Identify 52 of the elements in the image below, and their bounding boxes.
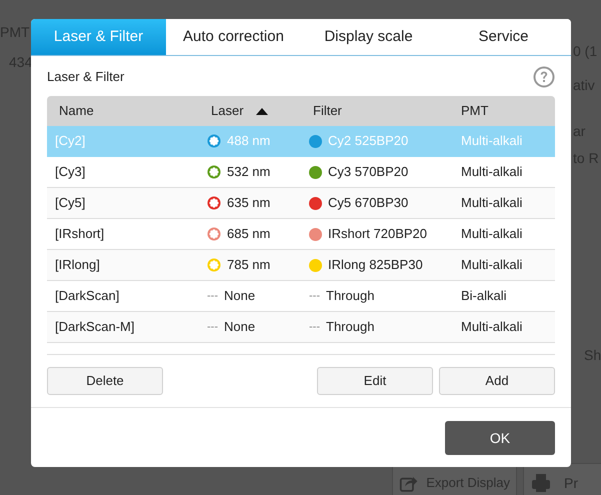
filter-text: Cy2 525BP20 <box>328 132 408 150</box>
filter-text: IRlong 825BP30 <box>328 256 423 274</box>
section-title: Laser & Filter <box>47 68 124 86</box>
filter-text: Cy3 570BP20 <box>328 163 408 182</box>
pmt-cell-text: Multi-alkali <box>460 318 524 336</box>
dash-text: --- <box>207 288 218 304</box>
cell-text: None <box>224 287 256 306</box>
delete-button[interactable]: Delete <box>47 367 163 395</box>
add-button[interactable]: Add <box>439 367 555 395</box>
name-cell-text: [Cy5] <box>55 194 86 212</box>
laser-text: 685 nm <box>227 225 270 244</box>
table-row[interactable]: [DarkScan-M] --- None --- Through Multi-alkali <box>47 312 555 343</box>
cell-text: Through <box>326 287 374 306</box>
name-cell-text: [IRlong] <box>55 256 101 274</box>
pmt-cell-text: Multi-alkali <box>460 256 524 274</box>
help-icon[interactable] <box>533 66 555 88</box>
laser-icon <box>207 134 221 148</box>
filter-text: IRshort 720BP20 <box>328 225 428 244</box>
column-header[interactable]: Name <box>59 101 94 121</box>
name-cell-text: [Cy2] <box>55 132 86 150</box>
cell-text: Through <box>326 318 374 336</box>
dash-text: --- <box>309 288 320 304</box>
column-header[interactable]: Filter <box>313 101 342 121</box>
pmt-cell-text: Bi-alkali <box>460 287 508 306</box>
name-cell-text: [IRshort] <box>55 225 106 244</box>
dash-text: --- <box>207 320 218 335</box>
cell-text: None <box>224 318 256 336</box>
laser-text: 488 nm <box>227 132 270 150</box>
name-cell-text: [DarkScan] <box>55 287 120 306</box>
laser-text: 532 nm <box>227 163 270 182</box>
pmt-cell-text: Multi-alkali <box>460 194 524 212</box>
laser-text: 785 nm <box>227 256 270 274</box>
sort-ascending-icon <box>256 108 268 114</box>
pmt-cell-text: Multi-alkali <box>460 225 524 244</box>
column-header[interactable]: PMT <box>461 101 488 121</box>
filter-text: Cy5 670BP30 <box>328 194 408 212</box>
laser-icon <box>207 258 221 272</box>
laser-icon <box>207 227 221 241</box>
laser-icon <box>207 196 221 210</box>
printer-icon <box>530 472 552 494</box>
name-cell-text: [DarkScan-M] <box>55 318 136 336</box>
laser-icon <box>207 165 221 179</box>
pmt-cell-text: Multi-alkali <box>460 132 524 150</box>
table-row[interactable]: [IRlong] 785 nm IRlong 825BP30 Multi-alkali <box>47 250 555 281</box>
column-header[interactable]: Laser <box>211 101 244 121</box>
dash-text: --- <box>309 320 320 335</box>
laser-text: 635 nm <box>227 194 270 212</box>
ok-button[interactable]: OK <box>445 421 555 455</box>
name-cell-text: [Cy3] <box>55 163 86 182</box>
pmt-cell-text: Multi-alkali <box>460 163 524 182</box>
table-row[interactable]: [Cy5] 635 nm Cy5 670BP30 Multi-alkali <box>47 188 555 219</box>
edit-button[interactable]: Edit <box>317 367 433 395</box>
